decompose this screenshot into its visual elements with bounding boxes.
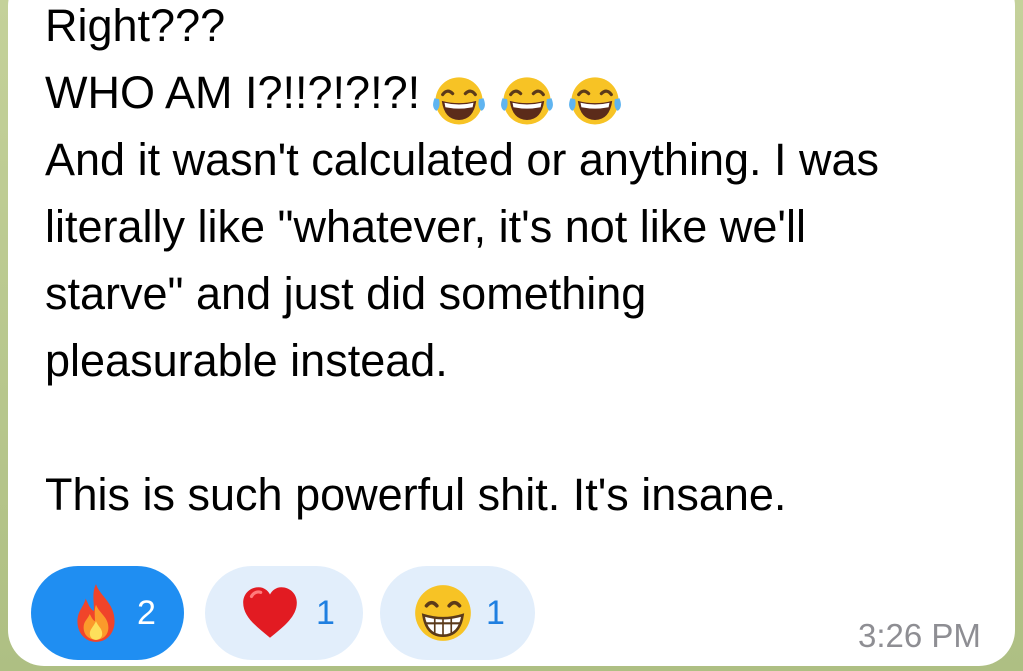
- face-with-tears-of-joy-icon: [433, 77, 486, 125]
- face-with-tears-of-joy-icon: [569, 77, 622, 125]
- message-timestamp: 3:26 PM: [858, 617, 981, 654]
- message-line: This is such powerful shit. It's insane.: [45, 469, 787, 520]
- message-bubble[interactable]: Right??? WHO AM I?!!?!?!?! And it wasn't…: [8, 0, 1015, 666]
- fire-icon: [77, 584, 115, 642]
- reaction-count: 1: [486, 594, 505, 632]
- reaction-count: 1: [316, 594, 335, 632]
- reaction-heart[interactable]: 1: [205, 566, 363, 660]
- message-text: Right??? WHO AM I?!!?!?!?! And it wasn't…: [45, 0, 1015, 528]
- message-line: And it wasn't calculated or anything. I …: [45, 134, 880, 185]
- message-line: literally like "whatever, it's not like …: [45, 201, 806, 252]
- red-heart-icon: [243, 587, 297, 638]
- inline-emoji-group: [430, 63, 634, 130]
- reaction-count: 2: [137, 594, 156, 632]
- message-line: starve" and just did something: [45, 268, 647, 319]
- message-line: WHO AM I?!!?!?!?!: [45, 59, 1015, 126]
- reaction-fire[interactable]: 2: [31, 566, 184, 660]
- message-line: Right???: [45, 0, 226, 51]
- face-with-tears-of-joy-icon: [501, 77, 554, 125]
- beaming-face-icon: [415, 585, 471, 641]
- message-line-text: WHO AM I?!!?!?!?!: [45, 67, 421, 118]
- message-line: pleasurable instead.: [45, 335, 448, 386]
- reaction-beaming-face[interactable]: 1: [380, 566, 535, 660]
